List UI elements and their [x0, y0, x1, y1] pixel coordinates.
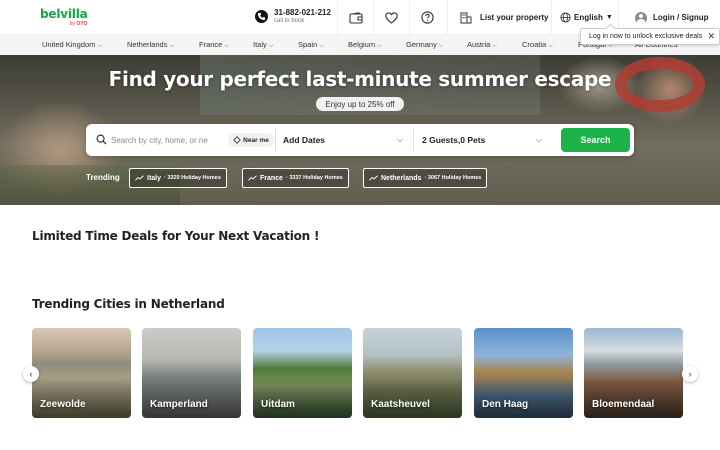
city-card[interactable]: Zeewolde: [32, 328, 131, 418]
tooltip-text: Log in now to unlock exclusive deals: [589, 33, 703, 40]
list-property-link[interactable]: List your property: [447, 0, 551, 35]
help-icon[interactable]: [409, 0, 445, 35]
city-name: Bloemendaal: [592, 399, 655, 410]
country-item[interactable]: France ⌵: [199, 40, 229, 50]
user-avatar-icon: [635, 11, 647, 24]
city-card[interactable]: Kaatsheuvel: [363, 328, 462, 418]
trending-cities-heading: Trending Cities in Netherland: [32, 297, 225, 311]
language-label: English: [574, 13, 603, 22]
phone-contact[interactable]: 31-882-021-212 call to book: [255, 8, 331, 25]
logo-text: belvilla: [40, 7, 88, 21]
search-button[interactable]: Search: [561, 128, 630, 152]
close-icon[interactable]: ✕: [707, 31, 715, 42]
promo-badge: Enjoy up to 25% off: [316, 97, 404, 111]
phone-icon: [255, 10, 268, 23]
caret-down-icon: ▼: [605, 14, 613, 21]
country-item[interactable]: Germany ⌵: [406, 40, 443, 50]
country-item[interactable]: Croatia ⌵: [522, 40, 553, 50]
city-carousel: Zeewolde Kamperland Uitdam Kaatsheuvel D…: [32, 328, 684, 418]
city-card[interactable]: Den Haag: [474, 328, 573, 418]
trending-chip-france[interactable]: France · 3337 Holiday Homes: [242, 168, 349, 188]
login-label: Login / Signup: [653, 13, 709, 22]
building-icon: [460, 12, 472, 23]
chevron-down-icon: ⌵: [492, 43, 497, 49]
wallet-icon[interactable]: [337, 0, 373, 35]
login-tooltip: Log in now to unlock exclusive deals ✕: [580, 28, 720, 45]
hero-banner: Find your perfect last-minute summer esc…: [0, 55, 720, 205]
chevron-down-icon: ⌵: [377, 43, 382, 49]
dates-picker[interactable]: Add Dates: [283, 124, 325, 156]
search-icon: [96, 134, 107, 145]
trend-up-icon: [135, 175, 144, 181]
deals-heading: Limited Time Deals for Your Next Vacatio…: [32, 229, 320, 243]
trend-up-icon: [369, 175, 378, 181]
trending-chip-netherlands[interactable]: Netherlands · 3067 Holiday Homes: [363, 168, 488, 188]
chevron-down-icon: ⌵: [438, 43, 444, 49]
chevron-down-icon: ⌵: [169, 43, 175, 49]
country-item[interactable]: United Kingdom ⌵: [42, 40, 102, 50]
chevron-down-icon: ⌵: [319, 43, 324, 49]
logo-sub: by OYO: [69, 21, 88, 27]
city-card[interactable]: Kamperland: [142, 328, 241, 418]
heart-icon[interactable]: [373, 0, 409, 35]
country-item[interactable]: Belgium ⌵: [348, 40, 382, 50]
chevron-down-icon: ⌵: [536, 135, 543, 144]
hero-title: Find your perfect last-minute summer esc…: [108, 67, 612, 91]
chevron-right-icon: ›: [688, 369, 692, 379]
city-name: Den Haag: [482, 399, 529, 410]
trending-label: Trending: [86, 173, 120, 182]
city-name: Uitdam: [261, 399, 295, 410]
chevron-down-icon: ⌵: [224, 43, 229, 49]
phone-label: call to book: [274, 18, 305, 24]
country-item[interactable]: Spain ⌵: [298, 40, 324, 50]
country-item[interactable]: Italy ⌵: [253, 40, 273, 50]
phone-number: 31-882-021-212: [274, 8, 331, 17]
globe-icon: [560, 12, 571, 23]
guests-picker[interactable]: 2 Guests,0 Pets: [422, 124, 485, 156]
chevron-down-icon: ⌵: [397, 135, 404, 144]
chevron-left-icon: ‹: [29, 369, 33, 379]
country-item[interactable]: Netherlands ⌵: [127, 40, 174, 50]
trend-up-icon: [248, 175, 257, 181]
belvilla-logo[interactable]: belvilla by OYO: [40, 8, 88, 27]
carousel-prev-button[interactable]: ‹: [23, 366, 39, 382]
trending-chip-italy[interactable]: Italy · 3329 Holiday Homes: [129, 168, 227, 188]
city-card[interactable]: Uitdam: [253, 328, 352, 418]
location-icon: [233, 136, 241, 144]
chevron-down-icon: ⌵: [97, 43, 102, 49]
city-card[interactable]: Bloemendaal: [584, 328, 683, 418]
carousel-next-button[interactable]: ›: [682, 366, 698, 382]
country-item[interactable]: Austria ⌵: [467, 40, 497, 50]
destination-search-input[interactable]: [111, 132, 221, 148]
city-name: Zeewolde: [40, 399, 86, 410]
city-name: Kamperland: [150, 399, 208, 410]
near-me-button[interactable]: Near me: [228, 133, 274, 147]
chevron-down-icon: ⌵: [268, 43, 274, 49]
chevron-down-icon: ⌵: [548, 43, 553, 49]
search-bar: Near me Add Dates ⌵ 2 Guests,0 Pets ⌵ Se…: [86, 124, 634, 156]
list-property-label: List your property: [480, 13, 549, 22]
city-name: Kaatsheuvel: [371, 399, 430, 410]
